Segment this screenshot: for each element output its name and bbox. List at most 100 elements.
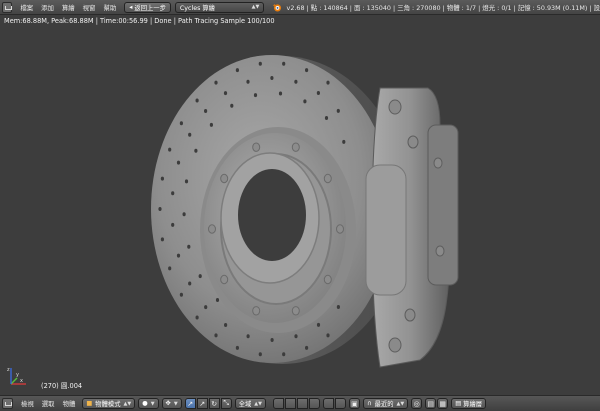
- drilled-hole: [342, 139, 346, 144]
- drilled-hole: [336, 108, 340, 113]
- svg-text:z: z: [7, 367, 10, 373]
- drilled-hole: [246, 79, 250, 84]
- svg-text:y: y: [16, 372, 19, 378]
- render-status-text: Mem:68.88M, Peak:68.88M | Time:00:56.99 …: [4, 17, 275, 25]
- drilled-hole: [187, 244, 191, 249]
- camera-icon: ▤: [427, 399, 434, 408]
- drilled-hole: [195, 315, 199, 320]
- translate-button[interactable]: ↗: [196, 398, 208, 409]
- drilled-hole: [188, 281, 192, 286]
- menu-add[interactable]: 添加: [37, 3, 58, 12]
- rotate-button[interactable]: ↻: [208, 398, 220, 409]
- drilled-hole: [179, 121, 183, 126]
- layer-6-button[interactable]: [334, 398, 346, 409]
- render-layer-label: 算繪層: [463, 401, 483, 408]
- chevron-down-icon: ▲▼: [254, 400, 262, 407]
- drilled-hole: [214, 333, 218, 338]
- hub-bolt: [323, 173, 332, 184]
- drilled-hole: [168, 266, 172, 271]
- hub-bolt: [208, 224, 216, 234]
- brake-disc-render: [151, 55, 459, 368]
- drilled-hole: [258, 352, 262, 357]
- chevron-down-icon: ▲▼: [251, 4, 260, 10]
- rotate-icon: ↻: [211, 399, 218, 408]
- shading-select[interactable]: ● ▼: [138, 398, 159, 409]
- orientation-label: 全域: [238, 401, 252, 408]
- menu-window[interactable]: 視窗: [79, 3, 100, 12]
- back-button[interactable]: ◂ 返回上一步: [124, 1, 171, 13]
- lock-camera-button[interactable]: ▣: [348, 398, 360, 409]
- drilled-hole: [270, 76, 274, 80]
- chevron-down-icon: ▼: [150, 400, 155, 407]
- drilled-hole: [326, 80, 330, 85]
- drilled-hole: [209, 122, 213, 127]
- drilled-hole: [184, 179, 189, 184]
- drilled-hole: [204, 305, 208, 310]
- layer-2-button[interactable]: [284, 398, 296, 409]
- 3d-viewport[interactable]: x y z (270) 圓.004: [0, 15, 600, 395]
- drilled-hole: [176, 160, 181, 165]
- lock-icon: ▣: [351, 399, 358, 408]
- drilled-hole: [215, 298, 220, 302]
- layer-5-button[interactable]: [322, 398, 334, 409]
- drilled-hole: [194, 148, 198, 153]
- chevron-down-icon: ▲▼: [123, 400, 132, 407]
- drilled-hole: [223, 91, 228, 96]
- drilled-hole: [305, 345, 309, 350]
- menu-file[interactable]: 檔案: [16, 3, 37, 12]
- menu-help[interactable]: 幫助: [99, 3, 120, 12]
- scene-stats: v2.68 | 點 : 140864 | 面 : 135040 | 三角 : 2…: [286, 3, 600, 12]
- drilled-hole: [324, 116, 329, 120]
- back-button-label: 返回上一步: [134, 4, 166, 12]
- opengl-anim-button[interactable]: ▦: [437, 398, 449, 409]
- scale-button[interactable]: ⤡: [220, 398, 232, 409]
- pivot-select[interactable]: ✥ ▼: [161, 398, 182, 409]
- drilled-hole: [316, 91, 320, 95]
- drilled-hole: [188, 132, 192, 137]
- render-layer-button[interactable]: ▤ 算繪層: [451, 398, 487, 409]
- render-engine-label: Cycles 算繪: [179, 4, 215, 12]
- menu-object[interactable]: 物體: [59, 399, 80, 408]
- drilled-hole: [282, 61, 286, 66]
- chevron-down-icon: ▼: [173, 400, 178, 407]
- layer-4-button[interactable]: [308, 398, 320, 409]
- hub-bolt: [291, 142, 300, 152]
- drilled-hole: [270, 338, 274, 342]
- drilled-hole: [179, 292, 183, 297]
- drilled-hole: [316, 322, 321, 327]
- magnet-icon: ∩: [366, 400, 372, 407]
- pivot-icon: ✥: [165, 400, 171, 407]
- arrow-icon: ↗: [199, 399, 206, 408]
- orientation-select[interactable]: 全域 ▲▼: [234, 398, 266, 409]
- viewport-header: 檢視 選取 物體 ■ 物體模式 ▲▼ ● ▼ ✥ ▼ ↗ ↗ ↻ ⤡ 全域 ▲▼…: [0, 395, 600, 411]
- drilled-hole: [158, 207, 162, 211]
- chevron-down-icon: ▲▼: [396, 400, 405, 407]
- drilled-hole: [176, 253, 181, 258]
- drilled-hole: [282, 352, 286, 357]
- snap-label: 最近的: [374, 401, 394, 408]
- drilled-hole: [198, 274, 202, 279]
- drilled-hole: [182, 212, 186, 217]
- editor-type-button[interactable]: [2, 1, 13, 13]
- render-layer-icon: ▤: [455, 400, 462, 407]
- manipulator-toggle[interactable]: ↗: [184, 398, 196, 409]
- back-icon: ◂: [129, 3, 133, 11]
- axis-gizmo-icon: x y z: [7, 367, 26, 385]
- blender-logo-icon: [273, 3, 282, 11]
- drilled-hole: [214, 80, 218, 85]
- drilled-hole: [294, 79, 298, 84]
- opengl-render-button[interactable]: ▤: [425, 398, 437, 409]
- drilled-hole: [195, 98, 199, 103]
- mode-select[interactable]: ■ 物體模式 ▲▼: [82, 398, 136, 409]
- snap-toggle-button[interactable]: ◎: [411, 398, 423, 409]
- layer-3-button[interactable]: [296, 398, 308, 409]
- menu-select[interactable]: 選取: [38, 399, 59, 408]
- menu-view[interactable]: 檢視: [17, 399, 38, 408]
- film-icon: ▦: [439, 399, 446, 408]
- layer-1-button[interactable]: [272, 398, 284, 409]
- render-engine-select[interactable]: Cycles 算繪 ▲▼: [174, 1, 265, 13]
- snap-target-select[interactable]: ∩ 最近的 ▲▼: [362, 398, 409, 409]
- menu-render[interactable]: 算繪: [58, 3, 79, 12]
- drilled-hole: [336, 305, 340, 309]
- viewport-editor-type-button[interactable]: [2, 398, 13, 409]
